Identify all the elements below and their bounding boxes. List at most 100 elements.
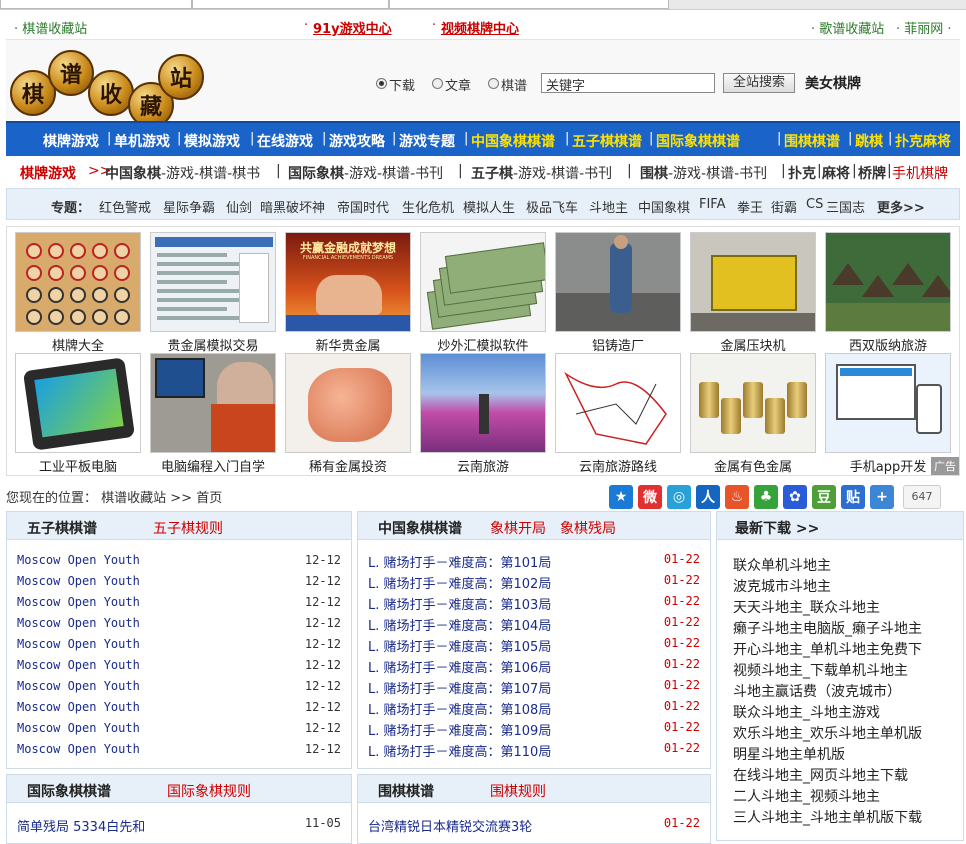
nav-item[interactable]: 游戏攻略 (329, 131, 385, 151)
download-item[interactable]: 联众单机斗地主 (733, 555, 831, 575)
download-item[interactable]: 在线斗地主_网页斗地主下载 (733, 765, 908, 785)
douban-icon[interactable]: 豆 (812, 485, 836, 509)
list-item[interactable]: Moscow Open Youth 12-12 (17, 637, 341, 658)
subnav-group-xiangqi[interactable]: 中国象棋-游戏-棋谱-棋书 (105, 163, 260, 183)
browser-tab[interactable] (192, 0, 389, 9)
subnav-bridge[interactable]: 桥牌 (858, 163, 886, 183)
ad-tile[interactable]: 棋牌大全 (15, 232, 141, 354)
nav-item[interactable]: 国际象棋棋谱 (656, 131, 740, 151)
ad-caption[interactable]: 稀有金属投资 (285, 456, 411, 475)
ad-image[interactable] (420, 232, 546, 332)
download-item[interactable]: 视频斗地主_下载单机斗地主 (733, 660, 908, 680)
ad-image[interactable] (555, 232, 681, 332)
list-item[interactable]: L. 赌场打手－难度高：第102局 01-22 (368, 573, 700, 594)
download-item[interactable]: 欢乐斗地主_欢乐斗地主单机版 (733, 723, 922, 743)
ad-image[interactable] (150, 232, 276, 332)
ad-caption[interactable]: 手机app开发 (825, 456, 951, 475)
beauty-chess-link[interactable]: 美女棋牌 (805, 73, 861, 93)
download-item[interactable]: 二人斗地主_视频斗地主 (733, 786, 880, 806)
ad-tile[interactable]: 稀有金属投资 (285, 353, 411, 475)
topic-link[interactable]: 红色警戒 (99, 197, 151, 216)
subnav-lead[interactable]: 棋牌游戏 (20, 163, 76, 183)
list-item-title[interactable]: Moscow Open Youth (17, 574, 140, 588)
subnav-group-chess[interactable]: 国际象棋-游戏-棋谱-书刊 (288, 163, 443, 183)
list-item-title[interactable]: L. 赌场打手－难度高：第103局 (368, 594, 551, 613)
list-item-title[interactable]: L. 赌场打手－难度高：第104局 (368, 615, 551, 634)
list-item[interactable]: L. 赌场打手－难度高：第109局 01-22 (368, 720, 700, 741)
ad-tile[interactable]: 工业平板电脑 (15, 353, 141, 475)
ad-caption[interactable]: 贵金属模拟交易 (150, 335, 276, 354)
subnav-mahjong[interactable]: 麻将 (822, 163, 850, 183)
list-item-title[interactable]: Moscow Open Youth (17, 553, 140, 567)
nav-item[interactable]: 跳棋 (855, 131, 883, 151)
topic-link[interactable]: 拳王 (737, 197, 763, 216)
breadcrumb-path[interactable]: 棋谱收藏站 >> 首页 (101, 491, 222, 506)
kaixin-icon[interactable]: ♨ (725, 485, 749, 509)
feili-link[interactable]: · 菲丽网 · (896, 18, 952, 37)
panel-title[interactable]: 围棋棋谱 (378, 781, 434, 801)
topic-link[interactable]: 模拟人生 (463, 197, 515, 216)
site-home-link[interactable]: · 棋谱收藏站 (14, 18, 87, 37)
ad-image[interactable] (285, 353, 411, 453)
topic-link[interactable]: 三国志 (826, 197, 865, 216)
ad-tile[interactable]: 云南旅游 (420, 353, 546, 475)
ad-caption[interactable]: 金属压块机 (690, 335, 816, 354)
panel-title[interactable]: 中国象棋棋谱 (378, 518, 462, 538)
game-center-link[interactable]: 91y游戏中心 (313, 18, 392, 37)
xiangqi-opening-link[interactable]: 象棋开局 (490, 518, 546, 538)
ad-tile[interactable]: 手机app开发 (825, 353, 951, 475)
list-item[interactable]: Moscow Open Youth 12-12 (17, 679, 341, 700)
list-item[interactable]: Moscow Open Youth 12-12 (17, 553, 341, 574)
search-input[interactable]: 关键字 (541, 73, 715, 94)
list-item-title[interactable]: Moscow Open Youth (17, 658, 140, 672)
ad-tile[interactable]: 云南旅游路线 (555, 353, 681, 475)
ad-caption[interactable]: 云南旅游 (420, 456, 546, 475)
ad-image[interactable] (825, 353, 951, 453)
topics-more-link[interactable]: 更多>> (877, 197, 925, 216)
nav-item[interactable]: 游戏专题 (399, 131, 455, 151)
browser-tab[interactable] (0, 0, 192, 9)
browser-tab[interactable] (389, 0, 669, 9)
ad-tile[interactable]: 西双版纳旅游 (825, 232, 951, 354)
xiangqi-endgame-link[interactable]: 象棋残局 (560, 518, 616, 538)
topic-link[interactable]: 街霸 (771, 197, 797, 216)
topic-link[interactable]: CS (806, 197, 823, 212)
topic-link[interactable]: FIFA (699, 197, 726, 212)
list-item[interactable]: Moscow Open Youth 12-12 (17, 742, 341, 763)
topic-link[interactable]: 生化危机 (402, 197, 454, 216)
ad-caption[interactable]: 新华贵金属 (285, 335, 411, 354)
ad-caption[interactable]: 炒外汇模拟软件 (420, 335, 546, 354)
ad-tile[interactable]: 贵金属模拟交易 (150, 232, 276, 354)
list-item-title[interactable]: Moscow Open Youth (17, 595, 140, 609)
baidu-icon[interactable]: ✿ (783, 485, 807, 509)
nav-item[interactable]: 在线游戏 (257, 131, 313, 151)
download-item[interactable]: 联众斗地主_斗地主游戏 (733, 702, 880, 722)
nav-item[interactable]: 中国象棋棋谱 (471, 131, 555, 151)
topic-link[interactable]: 仙剑 (226, 197, 252, 216)
list-item[interactable]: Moscow Open Youth 12-12 (17, 616, 341, 637)
list-item[interactable]: L. 赌场打手－难度高：第110局 01-22 (368, 741, 700, 762)
list-item-title[interactable]: L. 赌场打手－难度高：第102局 (368, 573, 551, 592)
list-item[interactable]: L. 赌场打手－难度高：第105局 01-22 (368, 636, 700, 657)
ad-caption[interactable]: 工业平板电脑 (15, 456, 141, 475)
ad-image[interactable]: 共赢金融成就梦想 FINANCIAL ACHIEVEMENTS DREAMS (285, 232, 411, 332)
list-item-title[interactable]: L. 赌场打手－难度高：第109局 (368, 720, 551, 739)
panel-title[interactable]: 五子棋棋谱 (27, 518, 97, 538)
list-item[interactable]: Moscow Open Youth 12-12 (17, 658, 341, 679)
ad-image[interactable] (15, 232, 141, 332)
ad-image[interactable] (420, 353, 546, 453)
weibo-icon[interactable]: 微 (638, 485, 662, 509)
subnav-group-gomoku[interactable]: 五子棋-游戏-棋谱-书刊 (471, 163, 612, 183)
ad-image[interactable] (15, 353, 141, 453)
ad-image[interactable] (690, 232, 816, 332)
song-site-link[interactable]: · 歌谱收藏站 (811, 18, 884, 37)
list-item-title[interactable]: Moscow Open Youth (17, 742, 140, 756)
ad-caption[interactable]: 云南旅游路线 (555, 456, 681, 475)
download-item[interactable]: 天天斗地主_联众斗地主 (733, 597, 880, 617)
renren-icon[interactable]: 人 (696, 485, 720, 509)
go-rules-link[interactable]: 围棋规则 (490, 781, 546, 801)
topic-link[interactable]: 帝国时代 (337, 197, 389, 216)
list-item-title[interactable]: Moscow Open Youth (17, 721, 140, 735)
ad-image[interactable] (555, 353, 681, 453)
nav-item[interactable]: 模拟游戏 (184, 131, 240, 151)
